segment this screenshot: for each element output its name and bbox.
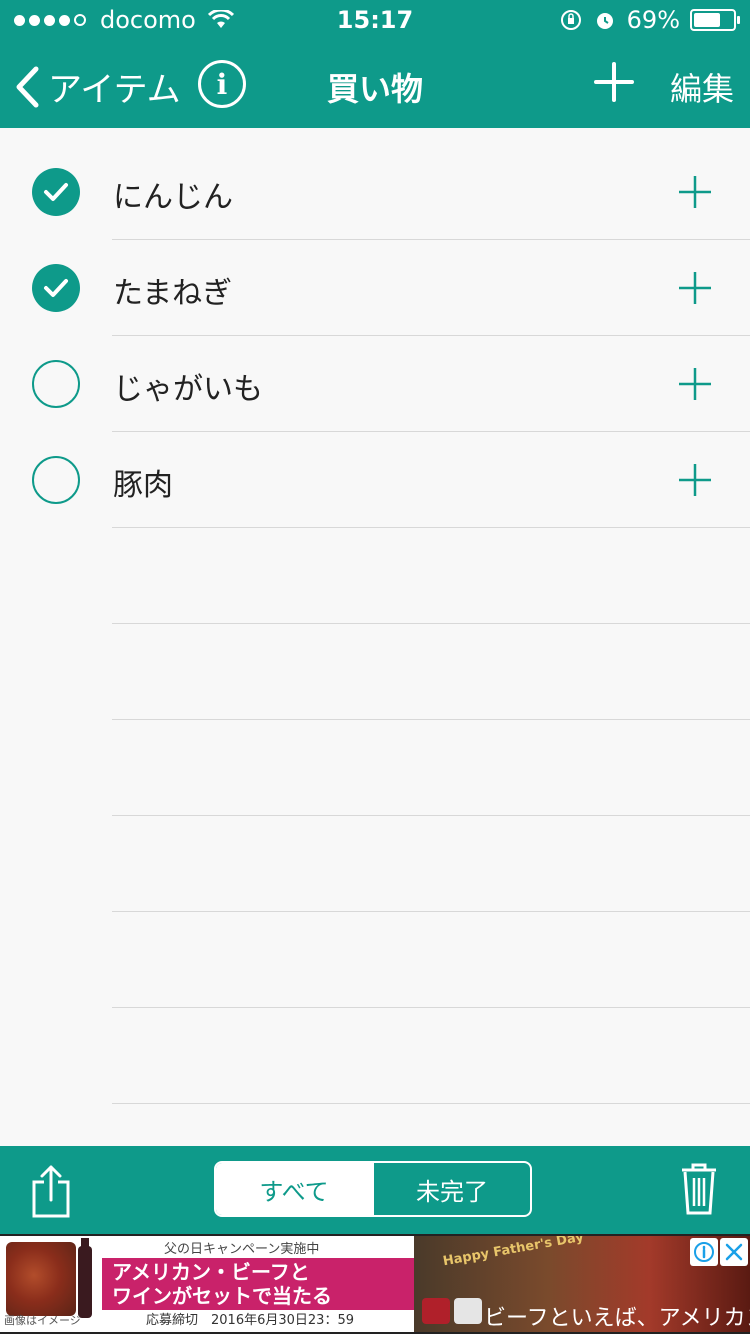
alarm-icon (596, 13, 613, 29)
row-separator (112, 1103, 750, 1104)
segment-incomplete[interactable]: 未完了 (372, 1163, 530, 1215)
navigation-bar: アイテム i 買い物 編集 (0, 40, 750, 128)
page-title: 買い物 (326, 70, 423, 108)
ad-banner[interactable]: 画像はイメージ 父の日キャンペーン実施中 アメリカン・ビーフと ワインがセットで… (0, 1234, 750, 1334)
ad-close-icon[interactable] (720, 1238, 748, 1266)
share-icon[interactable] (30, 1164, 72, 1218)
ad-logo-badge (422, 1298, 450, 1324)
list-item[interactable]: にんじん (0, 144, 750, 240)
item-name: 豚肉 (113, 468, 173, 503)
status-right: 69% (559, 6, 740, 34)
edit-button[interactable]: 編集 (670, 64, 734, 110)
ad-headline: アメリカン・ビーフと ワインがセットで当たる (102, 1258, 414, 1310)
empty-row (0, 720, 750, 816)
trash-icon[interactable] (680, 1162, 718, 1216)
filter-segmented-control: すべて 未完了 (214, 1161, 532, 1217)
list-item[interactable]: たまねぎ (0, 240, 750, 336)
segment-all[interactable]: すべて (216, 1163, 372, 1215)
add-button[interactable] (594, 62, 634, 102)
ad-fathers-day-text: Happy Father's Day (441, 1236, 585, 1270)
row-add-button[interactable] (678, 367, 712, 401)
orientation-lock-icon (560, 10, 581, 30)
list-item[interactable]: じゃがいも (0, 336, 750, 432)
ad-campaign-text: 父の日キャンペーン実施中 (164, 1242, 320, 1257)
row-add-button[interactable] (678, 271, 712, 305)
checkmark-circle-icon[interactable] (32, 168, 80, 216)
bottom-toolbar: すべて 未完了 (0, 1146, 750, 1234)
ad-left-panel: 画像はイメージ 父の日キャンペーン実施中 アメリカン・ビーフと ワインがセットで… (0, 1236, 414, 1332)
ad-headline-line2: ワインがセットで当たる (112, 1284, 332, 1308)
ad-logo-badge-2 (454, 1298, 482, 1324)
item-name: じゃがいも (113, 372, 263, 407)
empty-row (0, 816, 750, 912)
battery-icon (690, 9, 740, 31)
empty-circle-icon[interactable] (32, 456, 80, 504)
ad-info-icon[interactable] (690, 1238, 718, 1266)
ad-deadline: 応募締切 2016年6月30日23：59 (146, 1313, 354, 1328)
ad-wine-bottle-image (78, 1238, 92, 1318)
empty-row (0, 1008, 750, 1104)
ad-image-note: 画像はイメージ (4, 1314, 81, 1327)
row-add-button[interactable] (678, 463, 712, 497)
item-name: にんじん (113, 180, 233, 215)
empty-row (0, 912, 750, 1008)
list-item[interactable]: 豚肉 (0, 432, 750, 528)
item-name: たまねぎ (113, 276, 233, 311)
empty-row (0, 528, 750, 624)
ad-steak-image (6, 1242, 76, 1316)
row-add-button[interactable] (678, 175, 712, 209)
checkmark-circle-icon[interactable] (32, 264, 80, 312)
empty-row (0, 624, 750, 720)
status-bar: docomo 15:17 69% (0, 0, 750, 40)
battery-percent: 69% (626, 6, 680, 34)
item-list: にんじんたまねぎじゃがいも豚肉 (0, 144, 750, 1104)
ad-slogan: ビーフといえば、アメリカン (484, 1306, 750, 1331)
ad-headline-line1: アメリカン・ビーフと (112, 1260, 310, 1284)
empty-circle-icon[interactable] (32, 360, 80, 408)
top-bar: docomo 15:17 69% アイテム i 買い物 編集 (0, 0, 750, 128)
